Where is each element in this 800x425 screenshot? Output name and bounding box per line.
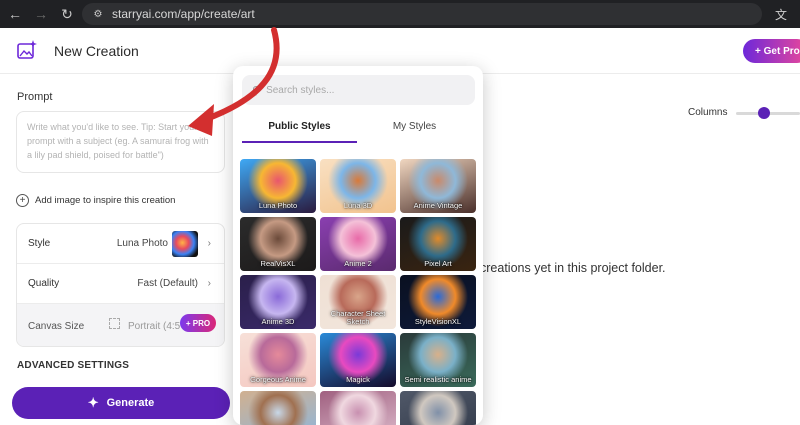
canvas-size-label: Canvas Size — [28, 320, 85, 332]
style-tile-label: Semi realistic anime — [404, 375, 472, 384]
style-tile[interactable]: Semi realistic anime — [400, 333, 476, 387]
tab-public-styles[interactable]: Public Styles — [242, 121, 357, 143]
style-tile-label: Luna 3D — [343, 201, 373, 210]
style-tile-label: StyleVisionXL — [414, 317, 462, 326]
style-search-input[interactable] — [266, 84, 457, 96]
quality-label: Quality — [28, 278, 60, 289]
style-tile-label: Anime Vintage — [413, 201, 463, 210]
chevron-right-icon: › — [207, 278, 211, 289]
style-tile-label: Anime 2 — [344, 259, 372, 268]
get-pro-button[interactable]: + Get Pro — [743, 39, 800, 63]
add-image-label: Add image to inspire this creation — [35, 195, 176, 206]
style-tile[interactable] — [400, 391, 476, 425]
pro-badge[interactable]: + PRO — [180, 314, 216, 332]
browser-toolbar: ← → ↻ ⚙ starryai.com/app/create/art 文 — [0, 0, 800, 28]
style-tile-label: Character Sheet Sketch — [330, 309, 386, 326]
tab-my-styles[interactable]: My Styles — [357, 121, 472, 143]
style-setting-row[interactable]: Style Luna Photo › — [17, 224, 224, 264]
forward-arrow-icon[interactable]: → — [30, 3, 52, 25]
back-arrow-icon[interactable]: ← — [4, 3, 26, 25]
style-tile-label: Luna Photo — [258, 201, 298, 210]
chevron-right-icon: › — [207, 238, 211, 249]
canvas-size-value: Portrait (4:5 — [128, 320, 181, 332]
style-value: Luna Photo — [116, 238, 168, 249]
style-tile-label: Anime 3D — [261, 317, 295, 326]
address-bar[interactable]: ⚙ starryai.com/app/create/art — [82, 3, 762, 25]
aspect-ratio-icon — [109, 318, 120, 329]
style-tile-label: Gorgeous Anime — [250, 375, 306, 384]
creation-panel: Prompt Write what you'd like to see. Tip… — [0, 75, 236, 425]
style-tile[interactable]: StyleVisionXL — [400, 275, 476, 329]
style-tile[interactable] — [320, 391, 396, 425]
page-title: New Creation — [54, 43, 139, 59]
style-tile[interactable]: Luna Photo — [240, 159, 316, 213]
site-settings-icon[interactable]: ⚙ — [90, 6, 106, 22]
plus-circle-icon: + — [16, 194, 29, 207]
sparkle-icon: ✦ — [87, 395, 99, 410]
url-text: starryai.com/app/create/art — [112, 7, 255, 21]
style-tile[interactable]: RealVisXL — [240, 217, 316, 271]
advanced-settings-header[interactable]: ADVANCED SETTINGS — [17, 360, 129, 371]
styles-popover: ⚲ Public Styles My Styles Luna Photo Luna… — [233, 66, 483, 425]
style-search-box[interactable]: ⚲ — [242, 75, 475, 105]
style-tile[interactable]: Character Sheet Sketch — [320, 275, 396, 329]
add-image-button[interactable]: + Add image to inspire this creation — [16, 194, 175, 207]
style-tile[interactable]: Gorgeous Anime — [240, 333, 316, 387]
style-tile[interactable]: Anime 2 — [320, 217, 396, 271]
new-creation-icon — [17, 40, 37, 59]
style-tile[interactable]: Luna 3D — [320, 159, 396, 213]
reload-icon[interactable]: ↻ — [56, 3, 78, 25]
translate-icon[interactable]: 文 — [772, 5, 790, 23]
style-tile[interactable]: Anime Vintage — [400, 159, 476, 213]
empty-state-message: creations yet in this project folder. — [480, 261, 666, 275]
generate-button[interactable]: ✦ Generate — [12, 387, 230, 419]
canvas-size-setting-row[interactable]: Canvas Size Portrait (4:5 + PRO — [17, 304, 224, 346]
style-tile[interactable]: Pixel Art — [400, 217, 476, 271]
quality-setting-row[interactable]: Quality Fast (Default) › — [17, 264, 224, 304]
style-tile-label: Magick — [346, 375, 370, 384]
style-tile[interactable] — [240, 391, 316, 425]
style-tile-label: RealVisXL — [260, 259, 296, 268]
columns-label: Columns — [688, 107, 728, 118]
quality-value: Fast (Default) — [137, 278, 198, 289]
settings-box: Style Luna Photo › Quality Fast (Default… — [16, 223, 225, 347]
style-tile-label: Pixel Art — [424, 259, 452, 268]
style-tile[interactable]: Anime 3D — [240, 275, 316, 329]
style-tile[interactable]: Magick — [320, 333, 396, 387]
columns-slider-handle[interactable] — [758, 107, 770, 119]
style-thumbnail — [172, 231, 198, 257]
prompt-label: Prompt — [17, 91, 53, 103]
style-label: Style — [28, 238, 51, 249]
generate-label: Generate — [106, 397, 155, 409]
prompt-input[interactable]: Write what you'd like to see. Tip: Start… — [16, 111, 225, 173]
search-icon: ⚲ — [252, 84, 261, 97]
